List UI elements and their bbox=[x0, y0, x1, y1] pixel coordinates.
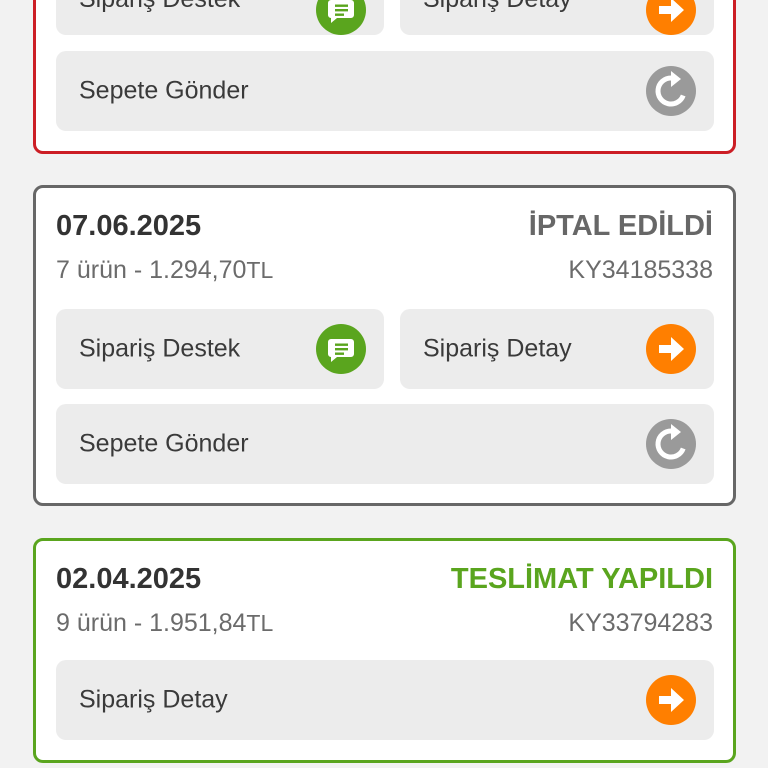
add-to-cart-label: Sepete Gönder bbox=[79, 76, 249, 105]
order-status: İPTAL EDİLDİ bbox=[528, 210, 713, 242]
order-number: KY34185338 bbox=[568, 256, 713, 284]
order-support-label: Sipariş Destek bbox=[79, 0, 240, 14]
order-support-label: Sipariş Destek bbox=[79, 334, 241, 363]
order-date: 07.06.2025 bbox=[56, 210, 202, 242]
order-detail-label: Sipariş Detay bbox=[423, 334, 572, 363]
order-item-total: 9 ürün - 1.951,84 bbox=[56, 609, 247, 637]
arrow-right-icon bbox=[646, 675, 696, 725]
chat-bubble-icon bbox=[316, 0, 366, 35]
reload-icon bbox=[646, 66, 696, 116]
order-currency: TL bbox=[246, 257, 274, 283]
add-to-cart-button[interactable]: Sepete Gönder bbox=[56, 404, 714, 484]
order-summary: 7 ürün - 1.294,70TL bbox=[56, 256, 273, 285]
order-card: 07.06.2025 İPTAL EDİLDİ 7 ürün - 1.294,7… bbox=[33, 185, 736, 506]
order-support-button[interactable]: Sipariş Destek bbox=[56, 0, 384, 35]
order-number: KY33794283 bbox=[568, 609, 713, 637]
order-support-button[interactable]: Sipariş Destek bbox=[56, 309, 384, 389]
order-status: TESLİMAT YAPILDI bbox=[450, 563, 713, 595]
order-detail-label: Sipariş Detay bbox=[423, 0, 572, 14]
order-card: Sipariş Destek Sipariş Detay bbox=[33, 0, 736, 154]
arrow-right-icon bbox=[646, 0, 696, 35]
reload-icon bbox=[646, 419, 696, 469]
order-detail-button[interactable]: Sipariş Detay bbox=[400, 309, 714, 389]
chat-bubble-icon bbox=[316, 324, 366, 374]
add-to-cart-button[interactable]: Sepete Gönder bbox=[56, 51, 714, 131]
order-detail-button[interactable]: Sipariş Detay bbox=[56, 660, 714, 740]
add-to-cart-label: Sepete Gönder bbox=[79, 429, 249, 458]
order-detail-label: Sipariş Detay bbox=[79, 685, 228, 714]
order-currency: TL bbox=[246, 610, 274, 636]
order-date: 02.04.2025 bbox=[56, 563, 202, 595]
order-card: 02.04.2025 TESLİMAT YAPILDI 9 ürün - 1.9… bbox=[33, 538, 736, 763]
arrow-right-icon bbox=[646, 324, 696, 374]
order-item-total: 7 ürün - 1.294,70 bbox=[56, 256, 247, 284]
order-detail-button[interactable]: Sipariş Detay bbox=[400, 0, 714, 35]
order-history-list: Sipariş Destek Sipariş Detay bbox=[0, 0, 768, 768]
order-summary: 9 ürün - 1.951,84TL bbox=[56, 609, 273, 638]
